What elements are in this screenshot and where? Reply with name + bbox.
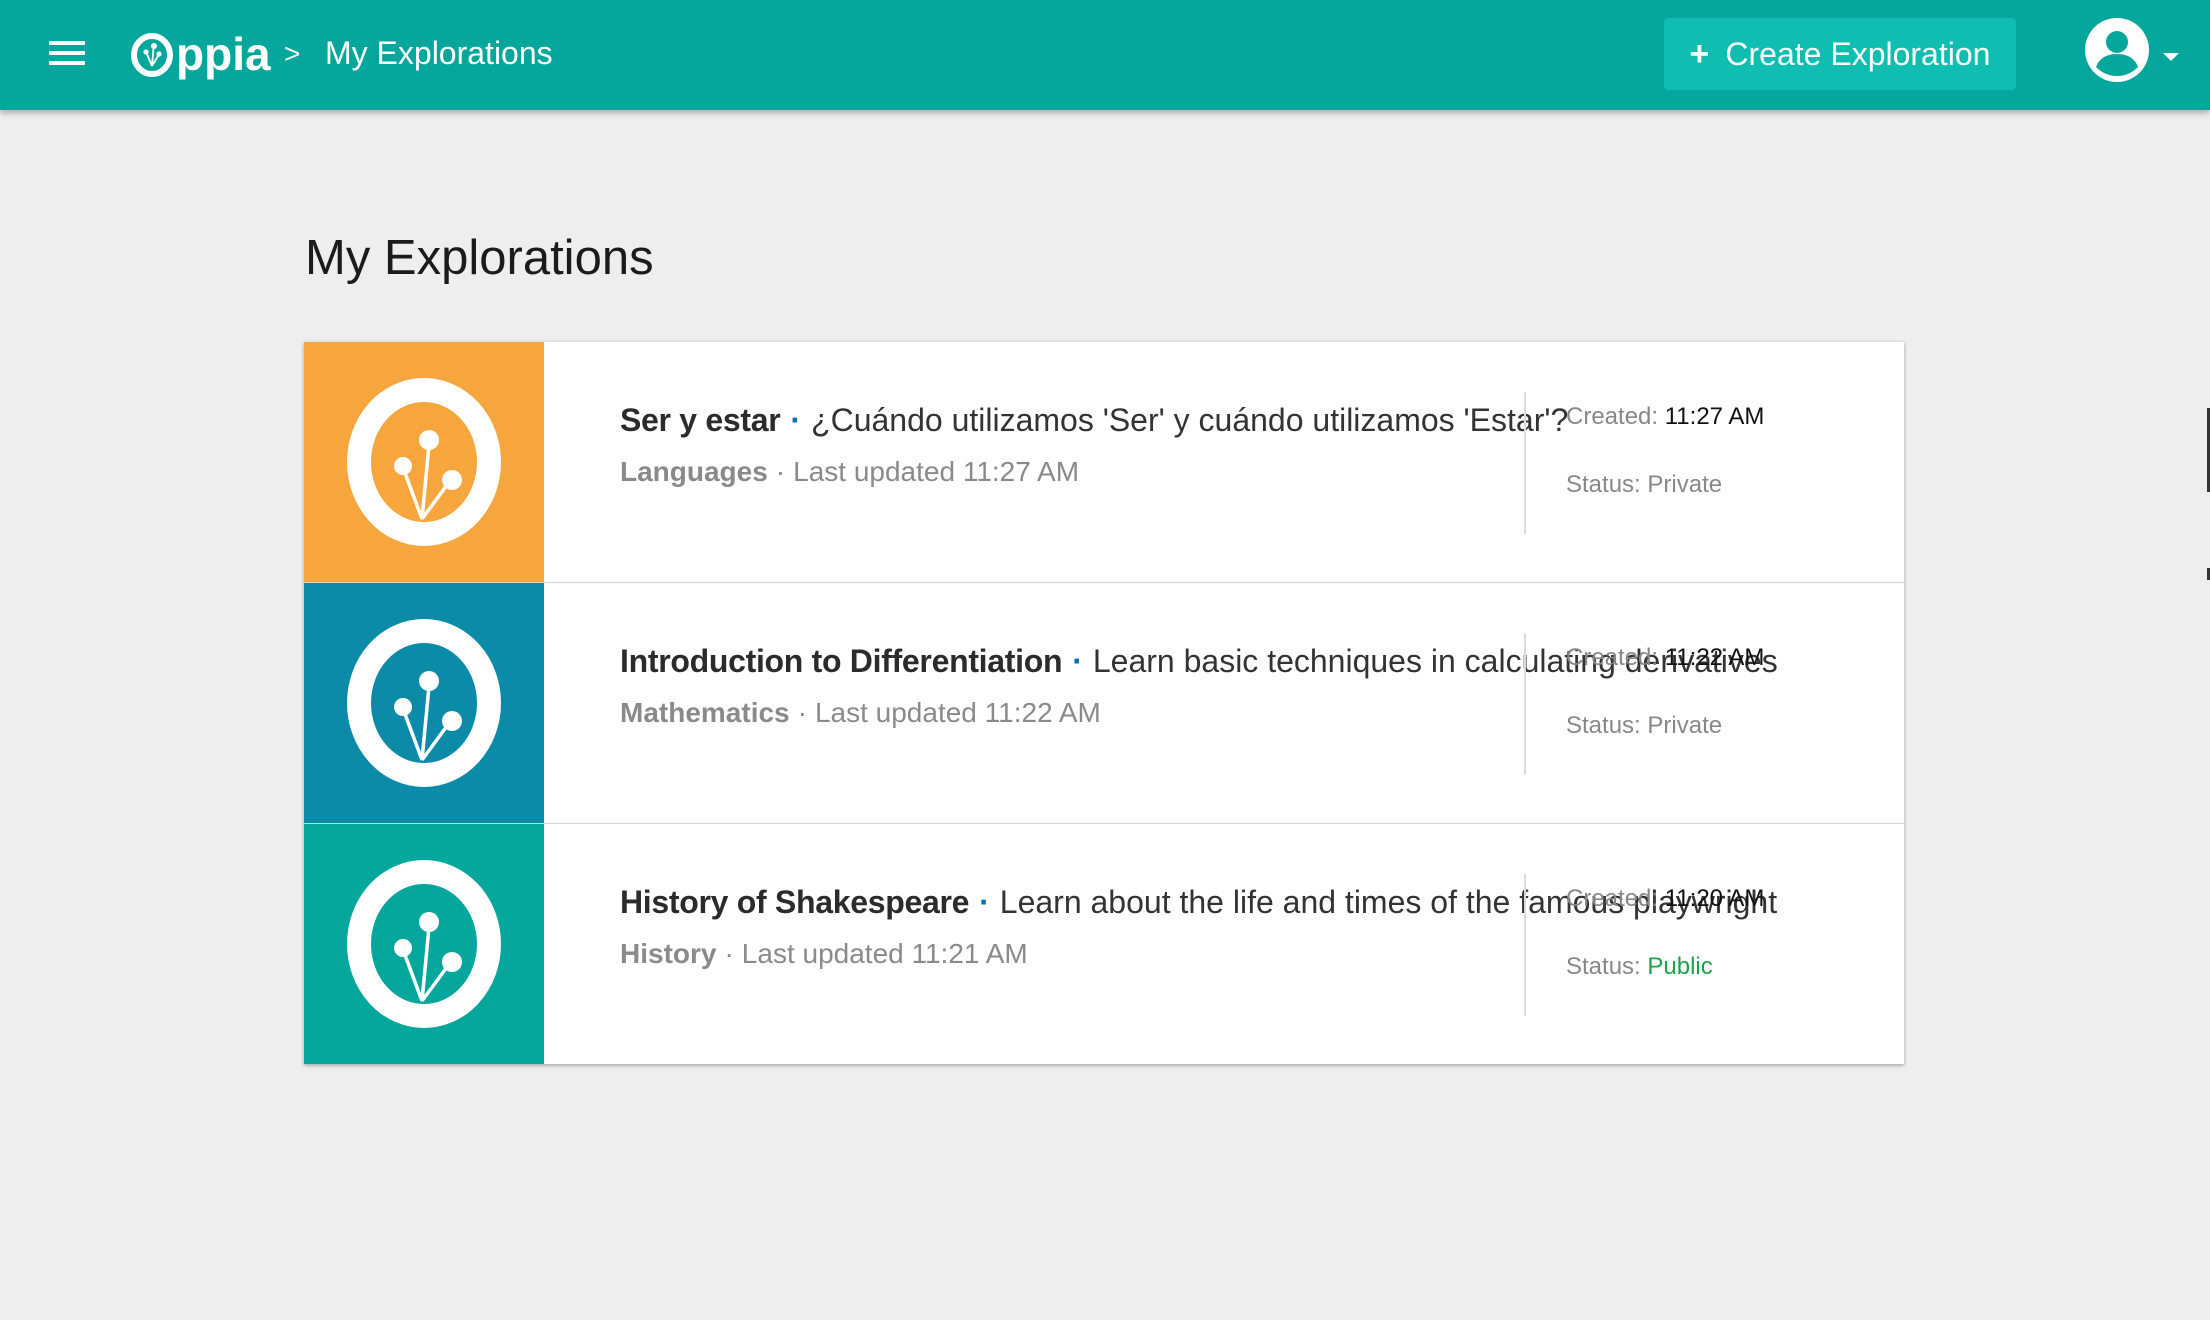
exploration-title[interactable]: Ser y estar: [620, 402, 781, 438]
status-label: Status:: [1566, 953, 1641, 980]
vertical-divider: [1524, 392, 1526, 534]
exploration-card[interactable]: History of Shakespeare · Learn about the l…: [304, 824, 1904, 1064]
menu-line: [49, 51, 85, 55]
vertical-divider: [1524, 633, 1526, 775]
logo-text: ppia: [176, 28, 271, 80]
exploration-objective: ¿Cuándo utilizamos 'Ser' y cuándo utiliz…: [811, 402, 1569, 438]
last-updated: Last updated 11:22 AM: [814, 697, 1101, 728]
meta-separator: ·: [797, 697, 807, 728]
last-updated: Last updated 11:27 AM: [793, 456, 1080, 487]
plus-icon: +: [1689, 35, 1710, 73]
status-value: Public: [1647, 953, 1713, 980]
exploration-stats: Created: 11:27 AM Status: Private: [1566, 402, 1886, 500]
created-value: 11:22 AM: [1664, 644, 1765, 671]
oppia-logo-icon: [131, 33, 173, 77]
status-label: Status:: [1566, 471, 1641, 498]
menu-line: [49, 61, 85, 65]
created-label: Created:: [1566, 885, 1659, 912]
hamburger-menu-icon[interactable]: [47, 37, 87, 69]
exploration-stats: Created: 11:20 AM Status: Public: [1566, 884, 1886, 982]
exploration-card[interactable]: Introduction to Differentiation · Learn ba…: [304, 583, 1904, 824]
create-exploration-button[interactable]: + Create Exploration: [1664, 18, 2016, 90]
status-stat: Status: Public: [1566, 952, 1886, 982]
exploration-card[interactable]: Ser y estar · ¿Cuándo utilizamos 'Ser' y c…: [304, 342, 1904, 583]
meta-separator: ·: [775, 456, 786, 487]
exploration-title[interactable]: Introduction to Differentiation: [620, 643, 1063, 679]
created-stat: Created: 11:27 AM: [1566, 402, 1886, 432]
exploration-thumbnail: [304, 342, 544, 582]
created-label: Created:: [1566, 644, 1659, 671]
created-value: 11:27 AM: [1664, 403, 1765, 430]
created-stat: Created: 11:20 AM: [1566, 884, 1886, 914]
title-separator: ·: [1072, 643, 1083, 679]
breadcrumb-separator: >: [284, 38, 301, 69]
last-updated: Last updated 11:21 AM: [741, 938, 1028, 969]
profile-dropdown[interactable]: [2084, 17, 2180, 87]
exploration-title[interactable]: History of Shakespeare: [620, 884, 969, 920]
status-value: Private: [1647, 712, 1723, 739]
menu-line: [49, 41, 85, 45]
status-stat: Status: Private: [1566, 470, 1886, 500]
created-label: Created:: [1566, 403, 1659, 430]
status-label: Status:: [1566, 712, 1641, 739]
exploration-list: Ser y estar · ¿Cuándo utilizamos 'Ser' y c…: [304, 342, 1904, 1064]
status-stat: Status: Private: [1566, 711, 1886, 741]
breadcrumb-page-title[interactable]: My Explorations: [325, 33, 553, 73]
vertical-divider: [1524, 874, 1526, 1016]
exploration-thumbnail: [304, 824, 544, 1064]
exploration-thumbnail: [304, 583, 544, 823]
title-separator: ·: [790, 402, 802, 438]
user-avatar-icon: [2085, 18, 2149, 82]
meta-separator: ·: [724, 938, 734, 969]
create-exploration-label: Create Exploration: [1725, 35, 1991, 72]
oppia-thumbnail-icon: [347, 860, 501, 1028]
status-value: Private: [1647, 471, 1723, 498]
exploration-category: Languages: [620, 456, 768, 487]
exploration-stats: Created: 11:22 AM Status: Private: [1566, 643, 1886, 741]
page-title: My Explorations: [305, 231, 654, 285]
exploration-category: History: [620, 938, 717, 969]
oppia-thumbnail-icon: [347, 378, 501, 546]
oppia-logo[interactable]: ppia: [130, 22, 271, 86]
title-separator: ·: [979, 884, 990, 920]
chevron-down-icon: [2163, 53, 2179, 61]
created-value: 11:20 AM: [1664, 885, 1765, 912]
created-stat: Created: 11:22 AM: [1566, 643, 1886, 673]
oppia-thumbnail-icon: [347, 619, 501, 787]
top-navigation-bar: ppia > My Explorations + Create Explorat…: [0, 0, 2210, 110]
exploration-category: Mathematics: [620, 697, 790, 728]
